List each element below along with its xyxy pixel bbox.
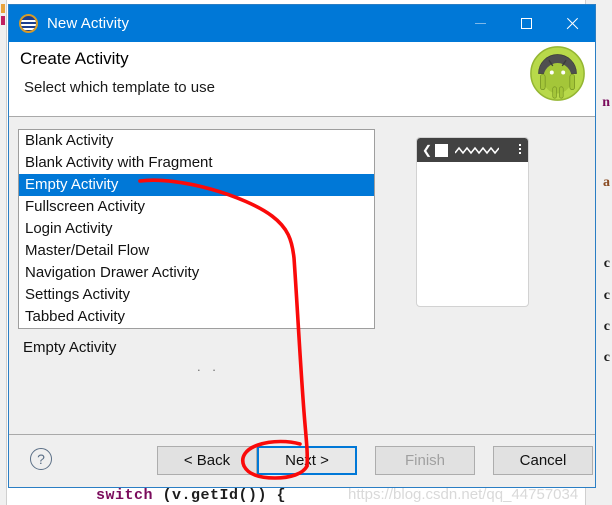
minimize-icon bbox=[474, 23, 486, 24]
cancel-button[interactable]: Cancel bbox=[493, 446, 593, 475]
app-square-icon bbox=[435, 143, 449, 157]
list-item[interactable]: Navigation Drawer Activity bbox=[19, 262, 374, 284]
editor-code-line: switch (v.getId()) { bbox=[96, 487, 286, 504]
code-fragment-c-4: c bbox=[603, 350, 610, 365]
new-activity-dialog: New Activity Create Activity Select whic… bbox=[8, 4, 596, 488]
phone-mockup: ❮ bbox=[416, 137, 529, 307]
window-controls bbox=[457, 5, 595, 42]
code-fragment-a: a bbox=[603, 175, 610, 190]
maximize-button[interactable] bbox=[503, 5, 549, 42]
code-fragment-n: n bbox=[602, 95, 610, 110]
preview-appbar: ❮ bbox=[417, 138, 528, 162]
help-icon[interactable]: ? bbox=[30, 448, 52, 470]
zigzag-placeholder-icon bbox=[455, 146, 500, 154]
template-description-placeholder: . . bbox=[197, 359, 220, 374]
overflow-menu-icon bbox=[519, 144, 521, 154]
dialog-title-bar[interactable]: New Activity bbox=[9, 5, 595, 42]
list-item[interactable]: Tabbed Activity bbox=[19, 306, 374, 328]
list-item[interactable]: Login Activity bbox=[19, 218, 374, 240]
template-preview: ❮ bbox=[416, 137, 529, 307]
gutter-marker-warning bbox=[1, 4, 5, 13]
code-fragment-c-3: c bbox=[603, 319, 610, 334]
android-robot-icon bbox=[530, 46, 585, 101]
dialog-body: Blank Activity Blank Activity with Fragm… bbox=[9, 117, 595, 434]
code-fragment-c-1: c bbox=[603, 256, 610, 271]
editor-gutter bbox=[0, 0, 7, 505]
code-fragment-c-2: c bbox=[603, 288, 610, 303]
nav-buttons: < Back Next > Finish Cancel bbox=[157, 446, 593, 475]
list-item[interactable]: Blank Activity bbox=[19, 130, 374, 152]
back-button[interactable]: < Back bbox=[157, 446, 257, 475]
next-button[interactable]: Next > bbox=[257, 446, 357, 475]
eclipse-adt-icon bbox=[19, 14, 38, 33]
close-button[interactable] bbox=[549, 5, 595, 42]
selected-template-name: Empty Activity bbox=[23, 339, 117, 356]
code-line-rest: (v.getId()) { bbox=[153, 487, 287, 504]
dialog-button-bar: ? < Back Next > Finish Cancel bbox=[9, 434, 595, 487]
list-item[interactable]: Settings Activity bbox=[19, 284, 374, 306]
finish-button: Finish bbox=[375, 446, 475, 475]
dialog-title: New Activity bbox=[47, 15, 130, 32]
page-title: Create Activity bbox=[20, 49, 129, 68]
close-icon bbox=[565, 17, 579, 31]
dialog-header: Create Activity Select which template to… bbox=[9, 42, 595, 117]
page-subtitle: Select which template to use bbox=[24, 79, 215, 96]
list-item-selected[interactable]: Empty Activity bbox=[19, 174, 374, 196]
template-list[interactable]: Blank Activity Blank Activity with Fragm… bbox=[18, 129, 375, 329]
list-item[interactable]: Master/Detail Flow bbox=[19, 240, 374, 262]
list-item[interactable]: Blank Activity with Fragment bbox=[19, 152, 374, 174]
maximize-icon bbox=[520, 18, 532, 29]
chevron-left-icon: ❮ bbox=[422, 143, 433, 157]
code-keyword-switch: switch bbox=[96, 487, 154, 504]
gutter-marker-error bbox=[1, 16, 5, 25]
list-item[interactable]: Fullscreen Activity bbox=[19, 196, 374, 218]
minimize-button[interactable] bbox=[457, 5, 503, 42]
